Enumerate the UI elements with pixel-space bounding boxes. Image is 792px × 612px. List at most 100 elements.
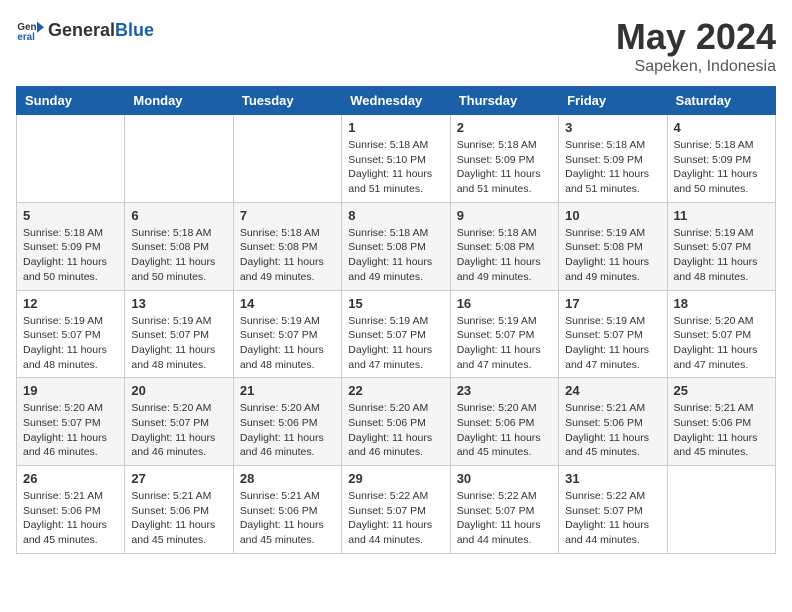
calendar-header-row: SundayMondayTuesdayWednesdayThursdayFrid… <box>17 87 776 115</box>
day-info: Sunrise: 5:19 AM Sunset: 5:07 PM Dayligh… <box>240 314 335 373</box>
day-number: 13 <box>131 296 226 311</box>
general-blue-icon: Gen eral <box>16 16 44 44</box>
calendar-day-cell: 27Sunrise: 5:21 AM Sunset: 5:06 PM Dayli… <box>125 466 233 554</box>
calendar-day-cell: 20 Sunrise: 5:20 AM Sunset: 5:07 PM Dayli… <box>125 378 233 466</box>
day-number: 12 <box>23 296 118 311</box>
day-number: 14 <box>240 296 335 311</box>
day-info: Sunrise: 5:21 AM Sunset: 5:06 PM Dayligh… <box>674 401 769 460</box>
day-info: Sunrise: 5:19 AM Sunset: 5:07 PM Dayligh… <box>23 314 118 373</box>
calendar-day-cell: 25 Sunrise: 5:21 AM Sunset: 5:06 PM Dayli… <box>667 378 775 466</box>
day-info: Sunrise: 5:18 AM Sunset: 5:08 PM Dayligh… <box>457 226 552 285</box>
location-title: Sapeken, Indonesia <box>616 58 776 76</box>
day-number: 2 <box>457 120 552 135</box>
calendar-day-cell: 30 Sunrise: 5:22 AM Sunset: 5:07 PM Dayli… <box>450 466 558 554</box>
calendar-day-cell <box>17 115 125 203</box>
day-number: 30 <box>457 471 552 486</box>
calendar-day-cell: 28 Sunrise: 5:21 AM Sunset: 5:06 PM Dayli… <box>233 466 341 554</box>
month-title: May 2024 <box>616 16 776 58</box>
calendar-day-cell: 15Sunrise: 5:19 AM Sunset: 5:07 PM Dayli… <box>342 290 450 378</box>
calendar-day-cell: 31Sunrise: 5:22 AM Sunset: 5:07 PM Dayli… <box>559 466 667 554</box>
calendar-table: SundayMondayTuesdayWednesdayThursdayFrid… <box>16 86 776 554</box>
calendar-day-cell: 22Sunrise: 5:20 AM Sunset: 5:06 PM Dayli… <box>342 378 450 466</box>
calendar-day-cell: 12 Sunrise: 5:19 AM Sunset: 5:07 PM Dayli… <box>17 290 125 378</box>
day-info: Sunrise: 5:20 AM Sunset: 5:06 PM Dayligh… <box>240 401 335 460</box>
day-number: 5 <box>23 208 118 223</box>
calendar-day-cell: 3 Sunrise: 5:18 AM Sunset: 5:09 PM Daylig… <box>559 115 667 203</box>
day-number: 23 <box>457 383 552 398</box>
calendar-week-row: 1 Sunrise: 5:18 AM Sunset: 5:10 PM Daylig… <box>17 115 776 203</box>
day-info: Sunrise: 5:18 AM Sunset: 5:08 PM Dayligh… <box>348 226 443 285</box>
day-info: Sunrise: 5:22 AM Sunset: 5:07 PM Dayligh… <box>348 489 443 548</box>
day-info: Sunrise: 5:19 AM Sunset: 5:08 PM Dayligh… <box>565 226 660 285</box>
title-block: May 2024 Sapeken, Indonesia <box>616 16 776 76</box>
day-info: Sunrise: 5:20 AM Sunset: 5:07 PM Dayligh… <box>674 314 769 373</box>
calendar-day-cell: 26Sunrise: 5:21 AM Sunset: 5:06 PM Dayli… <box>17 466 125 554</box>
calendar-day-cell: 9Sunrise: 5:18 AM Sunset: 5:08 PM Daylig… <box>450 202 558 290</box>
calendar-week-row: 19Sunrise: 5:20 AM Sunset: 5:07 PM Dayli… <box>17 378 776 466</box>
calendar-day-cell: 23Sunrise: 5:20 AM Sunset: 5:06 PM Dayli… <box>450 378 558 466</box>
day-info: Sunrise: 5:18 AM Sunset: 5:09 PM Dayligh… <box>674 138 769 197</box>
day-of-week-header: Friday <box>559 87 667 115</box>
calendar-day-cell: 19Sunrise: 5:20 AM Sunset: 5:07 PM Dayli… <box>17 378 125 466</box>
day-number: 17 <box>565 296 660 311</box>
day-info: Sunrise: 5:19 AM Sunset: 5:07 PM Dayligh… <box>131 314 226 373</box>
day-info: Sunrise: 5:18 AM Sunset: 5:10 PM Dayligh… <box>348 138 443 197</box>
day-info: Sunrise: 5:21 AM Sunset: 5:06 PM Dayligh… <box>131 489 226 548</box>
day-number: 1 <box>348 120 443 135</box>
day-number: 18 <box>674 296 769 311</box>
day-info: Sunrise: 5:20 AM Sunset: 5:07 PM Dayligh… <box>131 401 226 460</box>
calendar-day-cell: 17 Sunrise: 5:19 AM Sunset: 5:07 PM Dayli… <box>559 290 667 378</box>
day-number: 7 <box>240 208 335 223</box>
calendar-day-cell: 7Sunrise: 5:18 AM Sunset: 5:08 PM Daylig… <box>233 202 341 290</box>
day-info: Sunrise: 5:19 AM Sunset: 5:07 PM Dayligh… <box>565 314 660 373</box>
day-info: Sunrise: 5:21 AM Sunset: 5:06 PM Dayligh… <box>240 489 335 548</box>
day-info: Sunrise: 5:18 AM Sunset: 5:09 PM Dayligh… <box>457 138 552 197</box>
day-number: 11 <box>674 208 769 223</box>
day-of-week-header: Wednesday <box>342 87 450 115</box>
logo-general-text: General <box>48 20 115 40</box>
calendar-day-cell: 18 Sunrise: 5:20 AM Sunset: 5:07 PM Dayli… <box>667 290 775 378</box>
logo-blue-text: Blue <box>115 20 154 40</box>
calendar-day-cell: 14 Sunrise: 5:19 AM Sunset: 5:07 PM Dayli… <box>233 290 341 378</box>
day-info: Sunrise: 5:20 AM Sunset: 5:07 PM Dayligh… <box>23 401 118 460</box>
day-info: Sunrise: 5:19 AM Sunset: 5:07 PM Dayligh… <box>674 226 769 285</box>
calendar-day-cell: 24Sunrise: 5:21 AM Sunset: 5:06 PM Dayli… <box>559 378 667 466</box>
day-number: 20 <box>131 383 226 398</box>
day-of-week-header: Monday <box>125 87 233 115</box>
calendar-day-cell: 8 Sunrise: 5:18 AM Sunset: 5:08 PM Daylig… <box>342 202 450 290</box>
day-info: Sunrise: 5:18 AM Sunset: 5:08 PM Dayligh… <box>131 226 226 285</box>
svg-text:eral: eral <box>17 32 35 43</box>
day-number: 10 <box>565 208 660 223</box>
calendar-day-cell: 11 Sunrise: 5:19 AM Sunset: 5:07 PM Dayli… <box>667 202 775 290</box>
day-info: Sunrise: 5:20 AM Sunset: 5:06 PM Dayligh… <box>348 401 443 460</box>
day-number: 16 <box>457 296 552 311</box>
calendar-day-cell: 2 Sunrise: 5:18 AM Sunset: 5:09 PM Daylig… <box>450 115 558 203</box>
day-of-week-header: Sunday <box>17 87 125 115</box>
calendar-day-cell: 10 Sunrise: 5:19 AM Sunset: 5:08 PM Dayli… <box>559 202 667 290</box>
day-number: 8 <box>348 208 443 223</box>
day-info: Sunrise: 5:18 AM Sunset: 5:09 PM Dayligh… <box>23 226 118 285</box>
calendar-body: 1 Sunrise: 5:18 AM Sunset: 5:10 PM Daylig… <box>17 115 776 554</box>
day-number: 29 <box>348 471 443 486</box>
day-number: 4 <box>674 120 769 135</box>
calendar-day-cell: 16 Sunrise: 5:19 AM Sunset: 5:07 PM Dayli… <box>450 290 558 378</box>
page-header: Gen eral GeneralBlue May 2024 Sapeken, I… <box>16 16 776 76</box>
calendar-day-cell: 4 Sunrise: 5:18 AM Sunset: 5:09 PM Daylig… <box>667 115 775 203</box>
calendar-week-row: 5 Sunrise: 5:18 AM Sunset: 5:09 PM Daylig… <box>17 202 776 290</box>
day-of-week-header: Saturday <box>667 87 775 115</box>
calendar-week-row: 26Sunrise: 5:21 AM Sunset: 5:06 PM Dayli… <box>17 466 776 554</box>
calendar-day-cell <box>125 115 233 203</box>
day-number: 21 <box>240 383 335 398</box>
calendar-day-cell: 6Sunrise: 5:18 AM Sunset: 5:08 PM Daylig… <box>125 202 233 290</box>
day-info: Sunrise: 5:19 AM Sunset: 5:07 PM Dayligh… <box>457 314 552 373</box>
day-number: 25 <box>674 383 769 398</box>
calendar-day-cell: 13 Sunrise: 5:19 AM Sunset: 5:07 PM Dayli… <box>125 290 233 378</box>
calendar-day-cell: 5 Sunrise: 5:18 AM Sunset: 5:09 PM Daylig… <box>17 202 125 290</box>
day-number: 28 <box>240 471 335 486</box>
day-number: 3 <box>565 120 660 135</box>
day-info: Sunrise: 5:19 AM Sunset: 5:07 PM Dayligh… <box>348 314 443 373</box>
day-info: Sunrise: 5:22 AM Sunset: 5:07 PM Dayligh… <box>457 489 552 548</box>
day-info: Sunrise: 5:21 AM Sunset: 5:06 PM Dayligh… <box>23 489 118 548</box>
calendar-week-row: 12 Sunrise: 5:19 AM Sunset: 5:07 PM Dayli… <box>17 290 776 378</box>
day-info: Sunrise: 5:18 AM Sunset: 5:09 PM Dayligh… <box>565 138 660 197</box>
